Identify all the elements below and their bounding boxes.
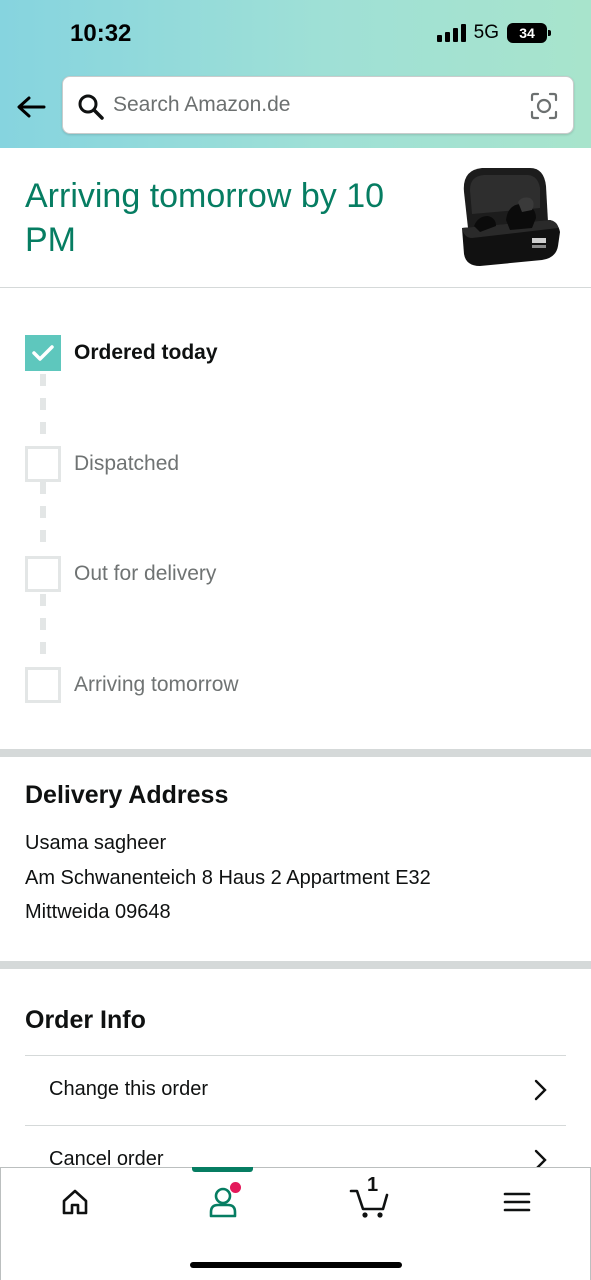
section-divider (0, 749, 591, 757)
nav-cart[interactable]: 1 (340, 1174, 400, 1222)
tracker-step-out-for-delivery: Out for delivery (25, 556, 216, 592)
address-street: Am Schwanenteich 8 Haus 2 Appartment E32 (25, 867, 431, 889)
search-icon (78, 94, 104, 120)
tracker-step-dispatched: Dispatched (25, 446, 179, 482)
notification-dot (230, 1182, 241, 1193)
address-name: Usama sagheer (25, 832, 167, 854)
active-tab-indicator (192, 1167, 253, 1172)
empty-checkbox-icon (25, 446, 61, 482)
tracker-connector (40, 594, 46, 664)
search-input[interactable] (113, 77, 513, 133)
battery-level: 34 (519, 25, 535, 41)
product-image[interactable] (458, 162, 562, 270)
step-label: Arriving tomorrow (74, 673, 239, 696)
tracker-connector (40, 482, 46, 554)
empty-checkbox-icon (25, 556, 61, 592)
step-label: Out for delivery (74, 562, 217, 585)
change-order-row[interactable]: Change this order (25, 1055, 566, 1125)
tracker-step-arriving: Arriving tomorrow (25, 667, 239, 703)
arrival-section: Arriving tomorrow by 10 PM (0, 148, 591, 288)
empty-checkbox-icon (25, 667, 61, 703)
tracker-step-ordered: Ordered today (25, 335, 218, 371)
row-label: Change this order (49, 1078, 208, 1100)
signal-icon (436, 24, 466, 42)
home-icon (62, 1189, 88, 1215)
step-label: Ordered today (74, 341, 218, 364)
battery-icon: 34 (507, 23, 551, 43)
nav-menu[interactable] (487, 1182, 547, 1222)
order-info-title: Order Info (25, 1006, 146, 1034)
status-time: 10:32 (70, 20, 132, 47)
nav-home[interactable] (45, 1182, 105, 1222)
section-divider (0, 961, 591, 969)
address-city: Mittweida 09648 (25, 901, 171, 923)
arrow-left-icon (17, 96, 46, 118)
nav-account[interactable] (193, 1182, 253, 1222)
menu-icon (503, 1192, 531, 1212)
delivery-address-title: Delivery Address (25, 781, 229, 809)
header: 10:32 5G 34 (0, 0, 591, 148)
home-indicator[interactable] (190, 1262, 402, 1268)
tracker-connector (40, 374, 46, 442)
step-label: Dispatched (74, 452, 180, 475)
cart-count: 1 (367, 1174, 379, 1196)
arrival-title: Arriving tomorrow by 10 PM (25, 177, 385, 259)
network-type: 5G (473, 22, 499, 43)
status-indicators: 5G 34 (436, 22, 551, 44)
search-bar[interactable] (62, 76, 574, 134)
back-button[interactable] (14, 90, 48, 124)
chevron-right-icon (534, 1079, 547, 1101)
check-icon (25, 335, 61, 371)
camera-scan-icon[interactable] (529, 91, 559, 121)
